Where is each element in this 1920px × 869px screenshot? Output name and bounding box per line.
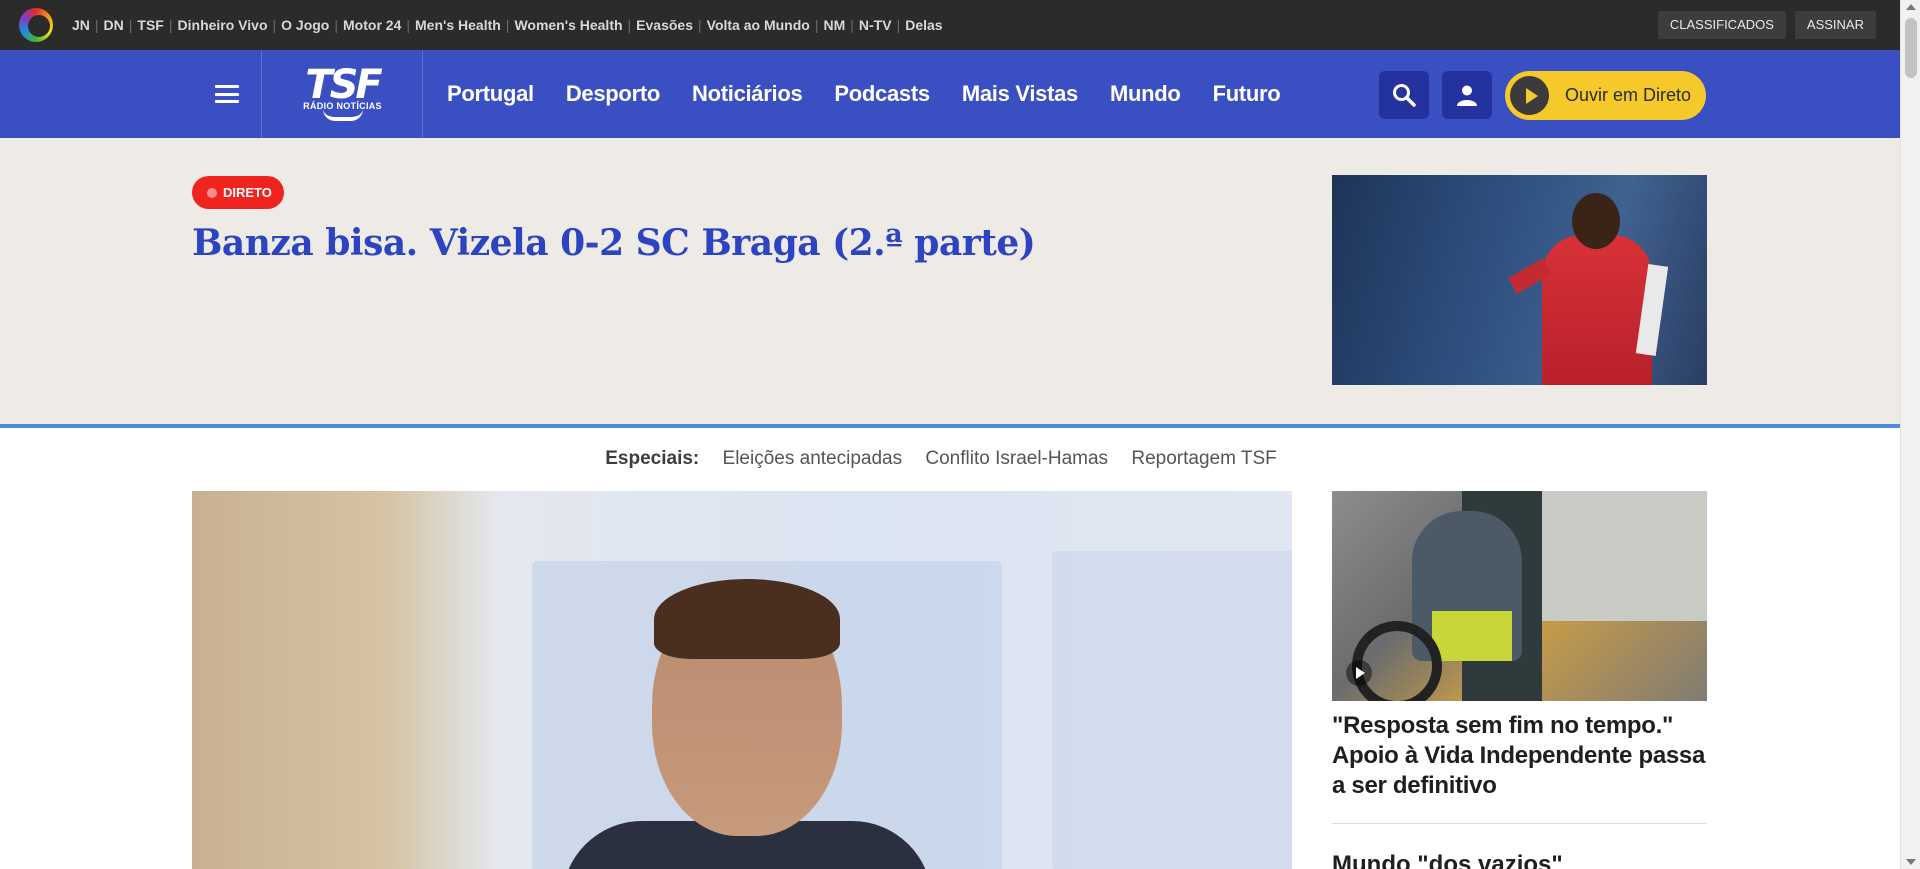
live-story-image[interactable] xyxy=(1332,175,1707,385)
search-icon xyxy=(1393,84,1416,107)
nav-item-noticiarios[interactable]: Noticiários xyxy=(692,81,803,107)
scroll-up-icon[interactable] xyxy=(1906,4,1916,10)
player-shirt xyxy=(1542,235,1652,385)
subject-hair xyxy=(654,579,840,659)
hi-vis-vest xyxy=(1432,611,1512,661)
network-link-dinheiro-vivo[interactable]: Dinheiro Vivo xyxy=(173,17,273,33)
specials-bar: Especiais: Eleições antecipadas Conflito… xyxy=(0,448,1900,470)
divider xyxy=(1332,823,1707,824)
network-link-mens-health[interactable]: Men's Health xyxy=(410,17,506,33)
bus-body xyxy=(1532,491,1707,621)
nav-item-mais-vistas[interactable]: Mais Vistas xyxy=(962,81,1078,107)
menu-button[interactable] xyxy=(192,50,262,138)
live-headline[interactable]: Banza bisa. Vizela 0-2 SC Braga (2.ª par… xyxy=(192,222,1036,264)
next-story-headline[interactable]: Mundo "dos vazios" xyxy=(1332,850,1707,869)
play-icon xyxy=(1510,76,1549,115)
section-divider xyxy=(0,424,1900,428)
account-button[interactable] xyxy=(1442,71,1492,119)
hamburger-icon xyxy=(214,85,239,103)
player-head xyxy=(1572,193,1620,249)
classificados-button[interactable]: CLASSIFICADOS xyxy=(1657,11,1786,39)
brand-swoosh-icon xyxy=(322,109,363,121)
special-link-reportagem[interactable]: Reportagem TSF xyxy=(1131,448,1276,469)
network-link-nm[interactable]: NM xyxy=(818,17,850,33)
network-link-delas[interactable]: Delas xyxy=(900,17,947,33)
network-link-evasoes[interactable]: Evasões xyxy=(631,17,698,33)
nav-item-podcasts[interactable]: Podcasts xyxy=(834,81,930,107)
network-bar: JN | DN | TSF | Dinheiro Vivo | O Jogo | Moto… xyxy=(0,0,1900,50)
scroll-thumb[interactable] xyxy=(1905,18,1917,78)
main-story-image[interactable] xyxy=(192,491,1292,869)
network-link-n-tv[interactable]: N-TV xyxy=(854,17,897,33)
nav-item-futuro[interactable]: Futuro xyxy=(1213,81,1281,107)
tsf-logo[interactable]: TSF RÁDIO NOTÍCIAS xyxy=(263,50,423,138)
brand-mark: TSF xyxy=(305,62,382,108)
network-actions: CLASSIFICADOS ASSINAR xyxy=(1657,11,1876,39)
special-link-eleicoes[interactable]: Eleições antecipadas xyxy=(723,448,903,469)
side-story-image[interactable] xyxy=(1332,491,1707,701)
live-badge: DIRETO xyxy=(192,176,284,209)
network-link-dn[interactable]: DN xyxy=(99,17,129,33)
video-play-icon[interactable] xyxy=(1346,660,1372,686)
network-link-jn[interactable]: JN xyxy=(67,17,95,33)
live-dot-icon xyxy=(207,187,217,198)
listen-live-label: Ouvir em Direto xyxy=(1565,85,1692,105)
scroll-down-icon[interactable] xyxy=(1906,859,1916,865)
specials-label: Especiais: xyxy=(605,448,700,469)
side-story-headline[interactable]: "Resposta sem fim no tempo." Apoio à Vid… xyxy=(1332,711,1707,801)
global-media-logo-icon[interactable] xyxy=(19,8,53,42)
network-link-womens-health[interactable]: Women's Health xyxy=(509,17,627,33)
assinar-button[interactable]: ASSINAR xyxy=(1794,11,1876,39)
special-link-conflito[interactable]: Conflito Israel-Hamas xyxy=(925,448,1108,469)
background-panel xyxy=(1052,551,1292,869)
main-navigation: TSF RÁDIO NOTÍCIAS Portugal Desporto Not… xyxy=(0,50,1900,138)
search-button[interactable] xyxy=(1379,71,1429,119)
network-link-volta-ao-mundo[interactable]: Volta ao Mundo xyxy=(702,17,815,33)
live-badge-label: DIRETO xyxy=(223,185,272,200)
section-nav: Portugal Desporto Noticiários Podcasts M… xyxy=(447,50,1281,138)
network-link-motor-24[interactable]: Motor 24 xyxy=(338,17,406,33)
nav-item-mundo[interactable]: Mundo xyxy=(1110,81,1181,107)
page-scrollbar[interactable] xyxy=(1900,0,1920,869)
nav-item-desporto[interactable]: Desporto xyxy=(566,81,660,107)
network-link-o-jogo[interactable]: O Jogo xyxy=(276,17,334,33)
network-link-tsf[interactable]: TSF xyxy=(132,17,168,33)
user-icon xyxy=(1457,85,1477,106)
live-strip: DIRETO Banza bisa. Vizela 0-2 SC Braga (… xyxy=(0,138,1900,424)
network-links: JN | DN | TSF | Dinheiro Vivo | O Jogo | Moto… xyxy=(67,17,948,33)
listen-live-button[interactable]: Ouvir em Direto xyxy=(1505,71,1706,120)
nav-item-portugal[interactable]: Portugal xyxy=(447,81,534,107)
